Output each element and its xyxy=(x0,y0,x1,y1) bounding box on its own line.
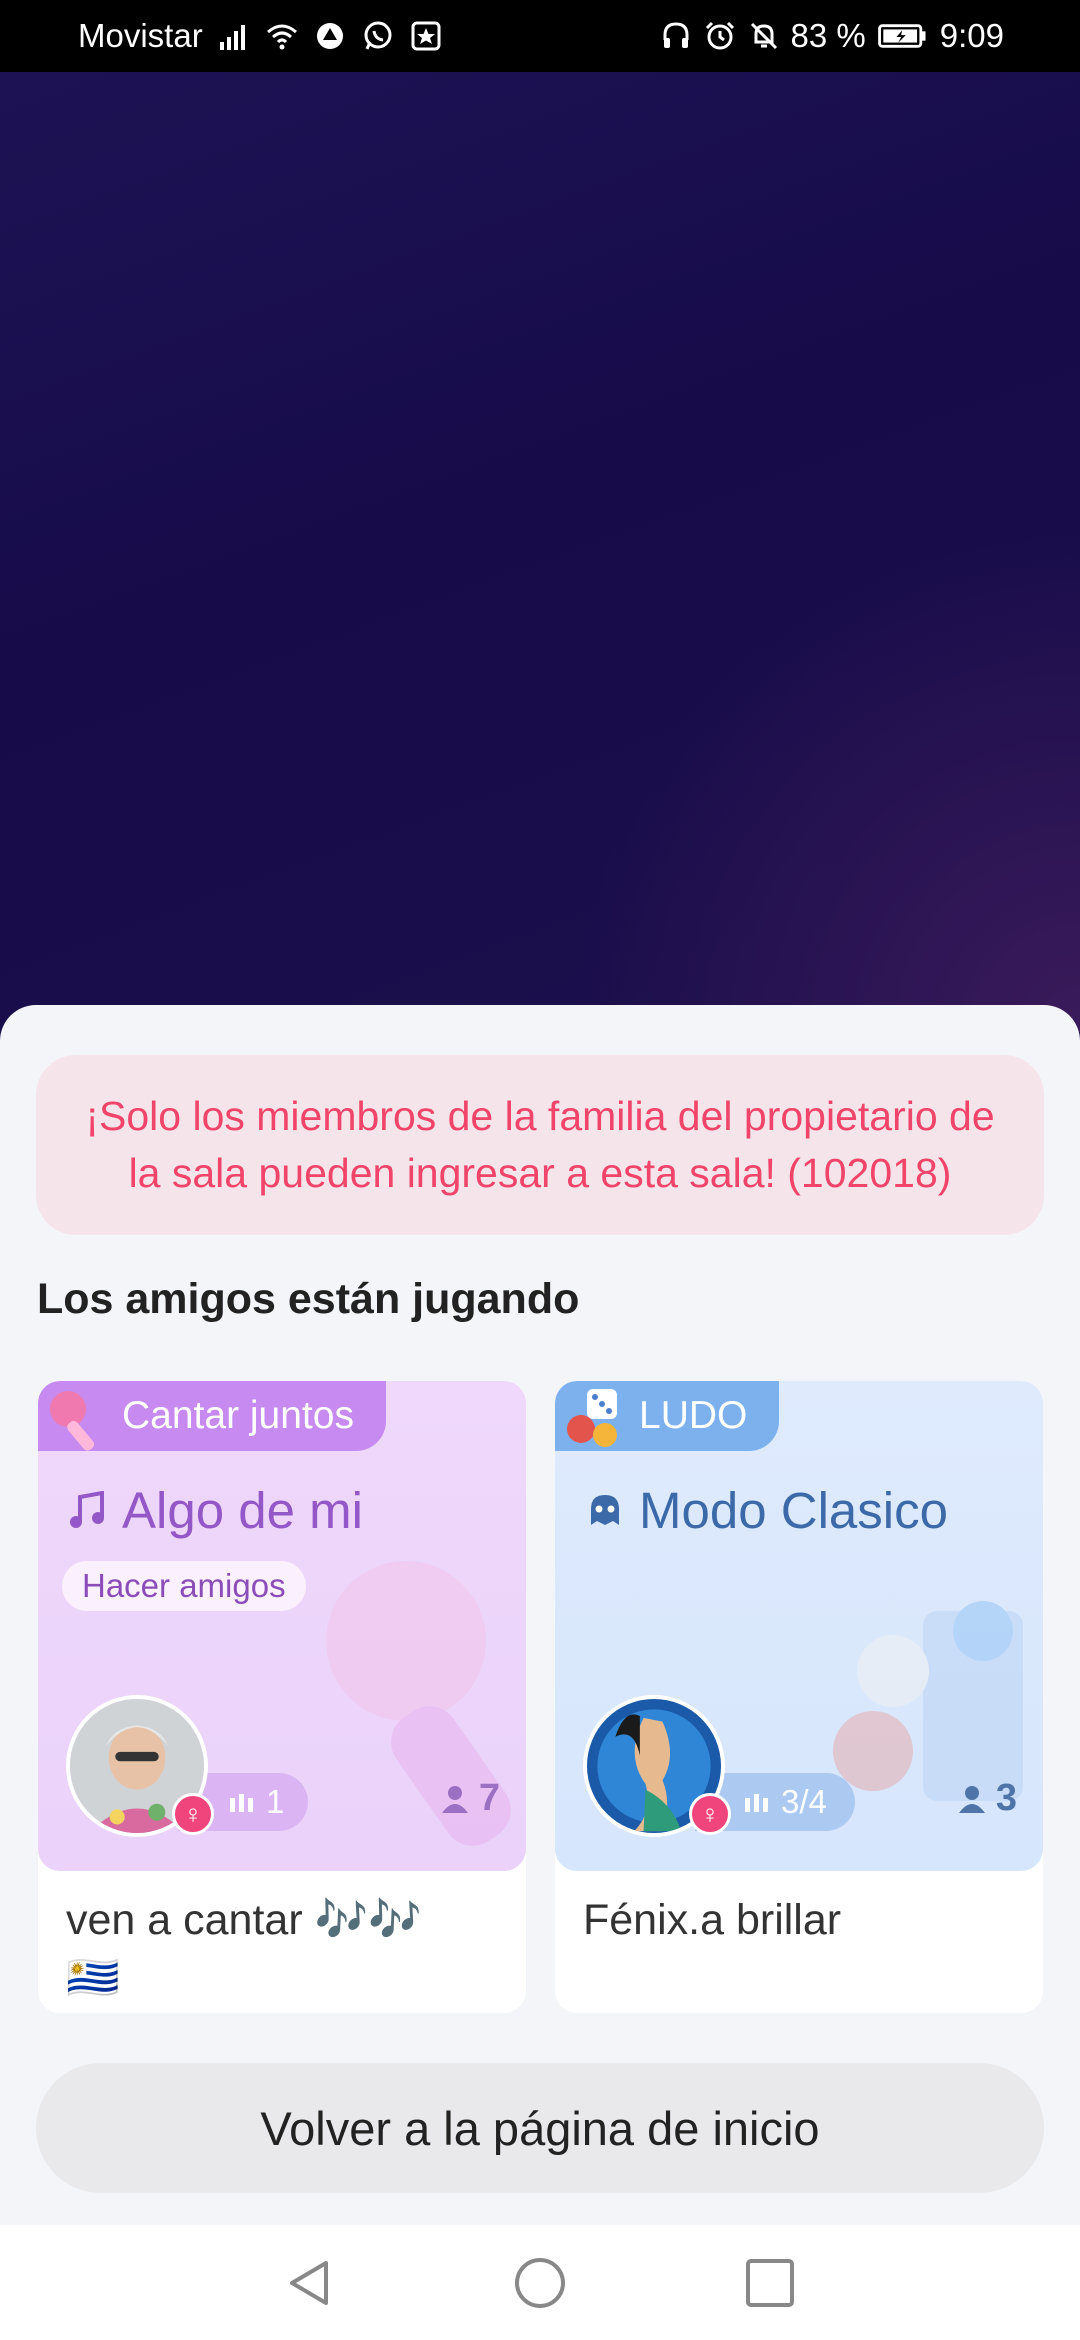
level-bars-icon xyxy=(745,1794,768,1812)
alert-message: ¡Solo los miembros de la familia del pro… xyxy=(85,1093,995,1196)
wifi-icon xyxy=(265,19,299,53)
card-header-area: LUDO Modo Clasico 3/4 ♀ 3 xyxy=(555,1381,1043,1871)
country-flag: 🇺🇾 xyxy=(66,1954,120,2002)
category-label: LUDO xyxy=(639,1394,748,1437)
app-notification-icon xyxy=(313,19,347,53)
female-gender-icon: ♀ xyxy=(172,1793,214,1835)
female-gender-icon: ♀ xyxy=(689,1793,731,1835)
level-value: 1 xyxy=(266,1783,285,1820)
room-title-text: Algo de mi xyxy=(122,1482,363,1539)
level-bars-icon xyxy=(230,1794,253,1812)
room-chip: Hacer amigos xyxy=(62,1561,306,1611)
people-count: 3 xyxy=(956,1777,1017,1820)
category-label: Cantar juntos xyxy=(122,1394,354,1437)
bottom-sheet: ¡Solo los miembros de la familia del pro… xyxy=(0,1005,1080,2225)
carrier-name: Movistar xyxy=(78,17,203,54)
game-ghost-icon xyxy=(591,1494,619,1525)
system-navigation-bar xyxy=(0,2225,1080,2340)
person-icon xyxy=(958,1785,985,1813)
person-icon xyxy=(441,1785,468,1813)
room-title: Modo Clasico xyxy=(585,1481,948,1540)
headphones-icon xyxy=(659,19,693,53)
room-description: Fénix.a brillar xyxy=(583,1891,1023,1949)
room-description-text: ven a cantar 🎶🎶 xyxy=(66,1896,422,1944)
recent-apps-icon[interactable] xyxy=(742,2255,798,2311)
people-count-value: 7 xyxy=(478,1777,500,1819)
card-header-area: Cantar juntos Algo de mi Hacer amigos 1 xyxy=(38,1381,526,1871)
alarm-icon xyxy=(703,19,737,53)
signal-icon xyxy=(217,19,251,53)
friend-room-card-ludo[interactable]: LUDO Modo Clasico 3/4 ♀ 3 Fénix.a brilla… xyxy=(555,1381,1043,2013)
back-to-home-button[interactable]: Volver a la página de inicio xyxy=(36,2063,1044,2193)
battery-charging-icon xyxy=(876,19,930,53)
people-count: 7 xyxy=(439,1777,500,1820)
whatsapp-icon xyxy=(361,19,395,53)
status-bar: Movistar 83 % 9:09 xyxy=(0,0,1080,72)
room-background xyxy=(0,72,1080,1032)
bell-muted-icon xyxy=(747,19,781,53)
category-tag: Cantar juntos xyxy=(38,1381,386,1451)
room-description-text: Fénix.a brillar xyxy=(583,1896,842,1944)
section-title: Los amigos están jugando xyxy=(37,1275,580,1323)
category-tag: LUDO xyxy=(555,1381,780,1451)
friend-room-card-sing[interactable]: Cantar juntos Algo de mi Hacer amigos 1 xyxy=(38,1381,526,2013)
music-note-icon xyxy=(70,1490,104,1528)
ludo-dice-icon xyxy=(567,1389,617,1447)
microphone-icon xyxy=(50,1391,95,1451)
battery-percent: 83 % xyxy=(790,17,866,54)
star-app-icon xyxy=(409,19,443,53)
home-icon[interactable] xyxy=(512,2255,568,2311)
level-value: 3/4 xyxy=(781,1783,827,1820)
access-denied-alert: ¡Solo los miembros de la familia del pro… xyxy=(36,1055,1044,1235)
people-count-value: 3 xyxy=(995,1777,1017,1819)
room-title: Algo de mi xyxy=(68,1481,363,1540)
room-title-text: Modo Clasico xyxy=(639,1482,948,1539)
back-icon[interactable] xyxy=(282,2255,338,2311)
clock-time: 9:09 xyxy=(939,17,1004,54)
room-description: ven a cantar 🎶🎶 🇺🇾 xyxy=(66,1891,506,2007)
